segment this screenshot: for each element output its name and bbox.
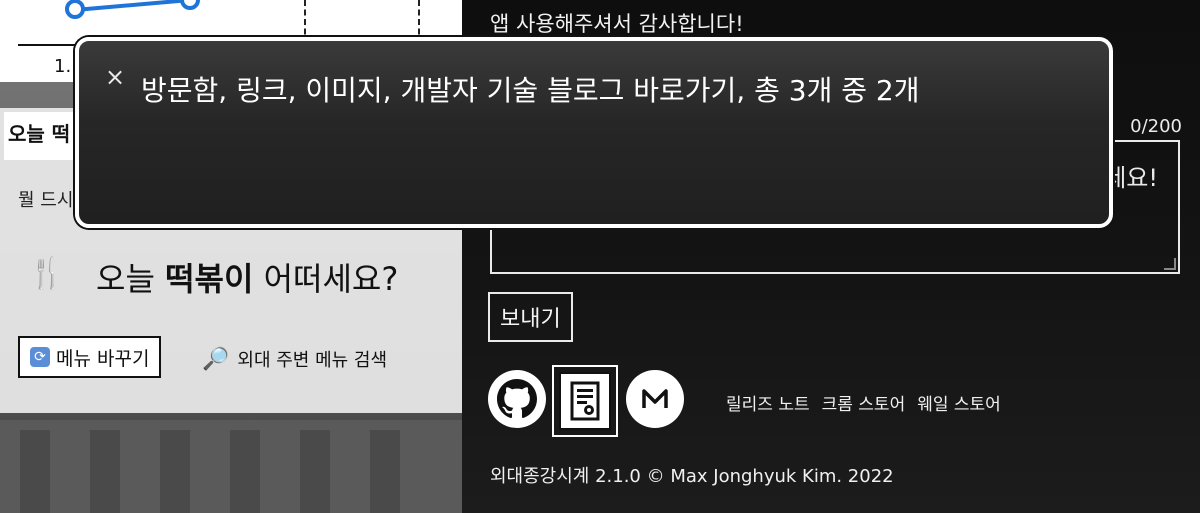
m-logo [642, 389, 668, 408]
search-link-label: 외대 주변 메뉴 검색 [237, 350, 388, 371]
food-suggestion: 오늘 떡볶이 어떠세요? [96, 254, 398, 300]
close-icon[interactable]: × [105, 65, 125, 89]
x-tick-label: 1. [54, 56, 72, 77]
thanks-message: 앱 사용해주셔서 감사합니다! [490, 12, 744, 36]
send-button[interactable]: 보내기 [488, 292, 573, 342]
release-notes-link[interactable]: 릴리즈 노트 [726, 390, 810, 415]
github-logo [497, 379, 537, 419]
resize-grip-icon[interactable] [1164, 258, 1176, 270]
change-menu-label: 메뉴 바꾸기 [56, 347, 150, 370]
card-subtitle: 뭘 드시 [18, 190, 74, 211]
chrome-store-link[interactable]: 크롬 스토어 [822, 390, 906, 415]
suggestion-suffix: 어떠세요? [253, 260, 399, 298]
screen-reader-caption-panel: × 방문함, 링크, 이미지, 개발자 기술 블로그 바로가기, 총 3개 중 … [75, 37, 1113, 228]
tech-blog-link[interactable] [552, 365, 618, 437]
copyright-footer: 외대종강시계 2.1.0 © Max Jonghyuk Kim. 2022 [490, 466, 894, 487]
magnifier-icon: 🔎 [202, 346, 230, 372]
whale-store-link[interactable]: 웨일 스토어 [917, 390, 1001, 415]
screen-reader-announcement: 방문함, 링크, 이미지, 개발자 기술 블로그 바로가기, 총 3개 중 2개 [141, 74, 920, 107]
medium-icon[interactable] [626, 370, 684, 428]
document-gear-icon [570, 381, 600, 421]
chart-point [65, 0, 85, 19]
text-links: 릴리즈 노트 크롬 스토어 웨일 스토어 [726, 390, 1001, 415]
nearby-menu-search-link[interactable]: 🔎 외대 주변 메뉴 검색 [202, 346, 387, 372]
change-menu-button[interactable]: ⟳ 메뉴 바꾸기 [18, 336, 162, 378]
suggestion-prefix: 오늘 [96, 260, 166, 298]
card-title: 오늘 떡 [4, 112, 86, 160]
fork-knife-icon: 🍴 [28, 256, 66, 291]
blog-icon [559, 372, 611, 430]
suggested-food: 떡볶이 [165, 260, 254, 298]
character-counter: 0/200 [1130, 116, 1182, 137]
refresh-icon: ⟳ [30, 347, 50, 367]
github-icon[interactable] [488, 370, 546, 428]
chart-point [180, 0, 200, 10]
